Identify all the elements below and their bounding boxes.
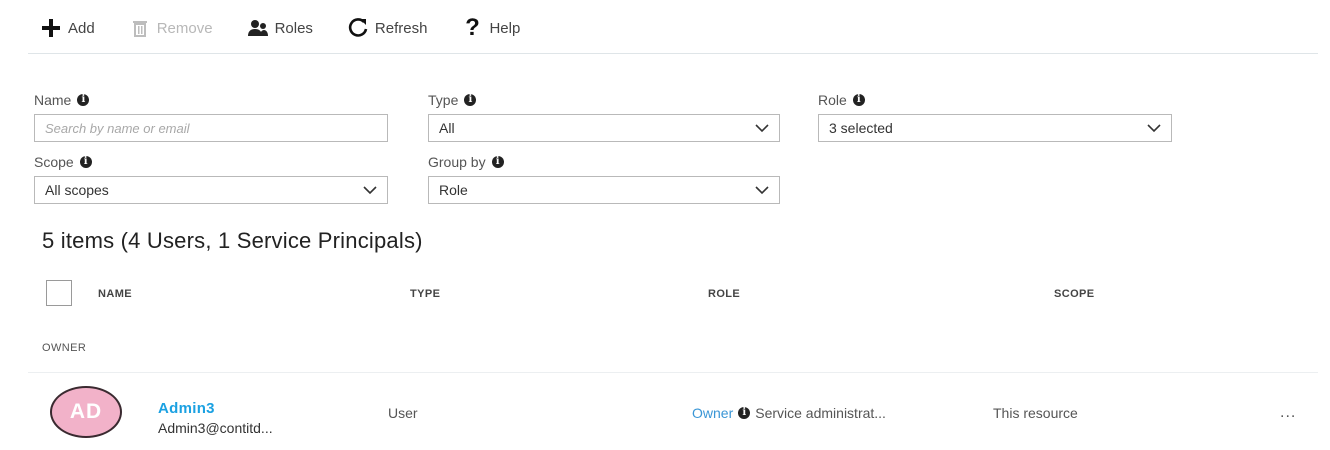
command-bar: Add Remove Roles Refresh ? Help — [40, 12, 554, 44]
items-count-heading: 5 items (4 Users, 1 Service Principals) — [42, 228, 423, 253]
column-header-role[interactable]: ROLE — [708, 288, 740, 300]
user-email: Admin3@contitd... — [158, 420, 273, 436]
trash-icon — [129, 17, 151, 39]
add-button-label: Add — [68, 19, 95, 37]
scope-filter-label: Scope i — [34, 154, 92, 170]
plus-icon — [40, 17, 62, 39]
user-name-link[interactable]: Admin3 — [158, 400, 215, 417]
role-dropdown-value: 3 selected — [829, 120, 893, 136]
groupby-filter-label: Group by i — [428, 154, 504, 170]
select-all-checkbox[interactable] — [46, 280, 72, 306]
refresh-icon — [347, 17, 369, 39]
column-header-type[interactable]: TYPE — [410, 288, 440, 300]
row-type: User — [388, 405, 418, 421]
more-actions-button[interactable]: ... — [1280, 404, 1296, 422]
refresh-button-label: Refresh — [374, 19, 428, 37]
info-icon[interactable]: i — [738, 407, 751, 419]
roles-button-label: Roles — [274, 19, 313, 37]
type-filter-label: Type i — [428, 92, 477, 108]
name-search-placeholder: Search by name or email — [45, 120, 190, 136]
refresh-button[interactable]: Refresh — [347, 14, 428, 42]
column-header-name[interactable]: NAME — [98, 288, 132, 300]
info-icon[interactable]: i — [852, 94, 865, 106]
type-dropdown-value: All — [439, 120, 455, 136]
row-role: Owner i Service administrat... — [692, 405, 886, 421]
type-filter-label-text: Type — [428, 92, 459, 108]
scope-filter-label-text: Scope — [34, 154, 74, 170]
avatar: AD — [50, 386, 122, 438]
name-filter-label: Name i — [34, 92, 90, 108]
groupby-dropdown-value: Role — [439, 182, 468, 198]
people-icon — [247, 17, 269, 39]
info-icon[interactable]: i — [464, 94, 477, 106]
row-scope: This resource — [993, 405, 1078, 421]
remove-button[interactable]: Remove — [129, 14, 213, 42]
column-header-scope[interactable]: SCOPE — [1054, 288, 1095, 300]
groupby-filter-label-text: Group by — [428, 154, 486, 170]
info-icon[interactable]: i — [79, 156, 92, 168]
info-icon[interactable]: i — [77, 94, 90, 106]
name-search-input[interactable]: Search by name or email — [34, 114, 388, 142]
role-detail: Service administrat... — [755, 405, 886, 421]
role-filter-label: Role i — [818, 92, 865, 108]
chevron-down-icon — [755, 124, 769, 133]
question-icon: ? — [465, 14, 480, 41]
info-icon[interactable]: i — [491, 156, 504, 168]
add-button[interactable]: Add — [40, 14, 95, 42]
scope-dropdown-value: All scopes — [45, 182, 109, 198]
remove-button-label: Remove — [156, 19, 213, 37]
chevron-down-icon — [363, 186, 377, 195]
help-button[interactable]: ? Help — [461, 14, 520, 42]
role-filter-label-text: Role — [818, 92, 847, 108]
group-divider — [28, 372, 1318, 373]
name-filter-label-text: Name — [34, 92, 72, 108]
type-dropdown[interactable]: All — [428, 114, 780, 142]
chevron-down-icon — [755, 186, 769, 195]
role-dropdown[interactable]: 3 selected — [818, 114, 1172, 142]
toolbar-divider — [28, 53, 1318, 54]
group-header-owner: OWNER — [42, 342, 87, 354]
chevron-down-icon — [1147, 124, 1161, 133]
roles-button[interactable]: Roles — [247, 14, 313, 42]
avatar-initials: AD — [69, 400, 103, 423]
groupby-dropdown[interactable]: Role — [428, 176, 780, 204]
help-button-label: Help — [489, 19, 521, 37]
scope-dropdown[interactable]: All scopes — [34, 176, 388, 204]
role-owner-link[interactable]: Owner — [692, 405, 733, 421]
